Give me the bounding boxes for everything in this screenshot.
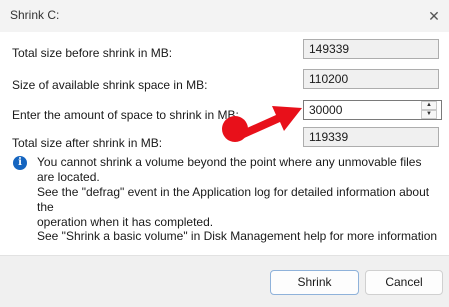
total-size-before-field: 149339 <box>303 39 439 59</box>
footer-divider <box>0 255 449 256</box>
close-icon[interactable]: ✕ <box>419 2 449 30</box>
help-text: See "Shrink a basic volume" in Disk Mana… <box>37 229 438 243</box>
shrink-amount-spinner[interactable]: ▲ ▼ <box>421 101 437 119</box>
shrink-button[interactable]: Shrink <box>270 270 359 295</box>
info-message: You cannot shrink a volume beyond the po… <box>37 155 442 230</box>
window-title: Shrink C: <box>10 8 60 22</box>
label-available-shrink-space: Size of available shrink space in MB: <box>12 78 208 92</box>
info-line: operation when it has completed. <box>37 215 214 229</box>
info-line: You cannot shrink a volume beyond the po… <box>37 155 422 184</box>
label-total-size-after: Total size after shrink in MB: <box>12 136 163 150</box>
available-shrink-space-field: 110200 <box>303 69 439 89</box>
red-arrow-annotation-icon <box>222 106 302 142</box>
spin-down-icon[interactable]: ▼ <box>421 110 437 119</box>
total-size-after-field: 119339 <box>303 127 439 147</box>
label-total-size-before: Total size before shrink in MB: <box>12 46 173 60</box>
label-amount-to-shrink: Enter the amount of space to shrink in M… <box>12 108 239 122</box>
info-line: See the "defrag" event in the Applicatio… <box>37 185 430 214</box>
spin-up-icon[interactable]: ▲ <box>421 101 437 110</box>
cancel-button[interactable]: Cancel <box>365 270 443 295</box>
title-bar: Shrink C: ✕ <box>0 0 449 32</box>
info-icon: i <box>13 156 27 170</box>
